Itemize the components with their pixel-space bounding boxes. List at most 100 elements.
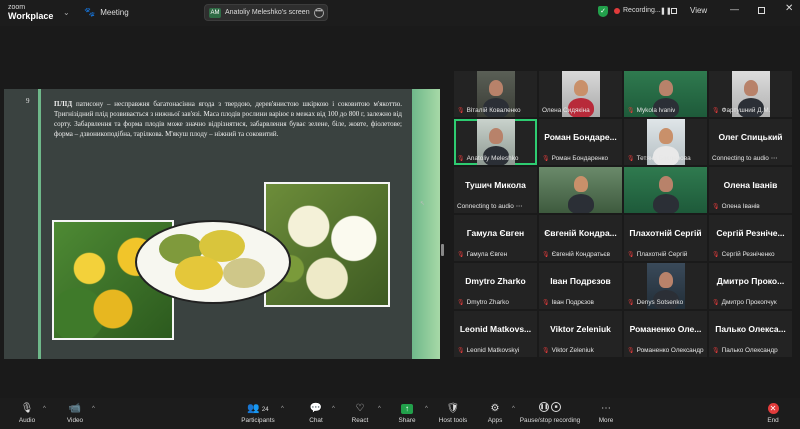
muted-mic-icon: 🎙: [457, 156, 465, 162]
participant-name: Дмитро Прокопчук: [721, 299, 777, 306]
slide-body: патисону – несправжня багатонасінна ягод…: [54, 100, 402, 138]
meeting-tab[interactable]: 🐾 Meeting: [84, 7, 129, 18]
participant-tile[interactable]: Олена Сидякіна: [539, 71, 622, 117]
participants-icon: 👥 24: [247, 403, 269, 414]
participant-tile[interactable]: 🎙 Mykola Ivaniv: [624, 71, 707, 117]
muted-mic-icon: 🎙: [542, 348, 550, 354]
muted-mic-icon: 🎙: [542, 252, 550, 258]
connecting-dots-icon: ⋯: [770, 155, 778, 162]
participant-tile[interactable]: Романенко Оле... 🎙 Романенко Олександр: [624, 311, 707, 357]
participant-name: Палько Олександр: [721, 347, 778, 354]
participant-tile[interactable]: Олег Спицький Connecting to audio ⋯: [709, 119, 792, 165]
participant-video: [539, 167, 622, 213]
recording-dot-icon: [614, 8, 620, 14]
participant-tile[interactable]: 🎙 Anatoliy Meleshko: [454, 119, 537, 165]
view-button[interactable]: View: [690, 6, 707, 15]
participant-name: Тетяна Бакланова: [636, 155, 691, 162]
more-options-icon[interactable]: •••: [314, 8, 324, 18]
muted-mic-icon: 🎙: [627, 252, 635, 258]
participant-name-label: 🎙 Гамула Євген: [457, 251, 507, 258]
participant-name-label: Олена Сидякіна: [542, 107, 590, 114]
participant-tile[interactable]: Іван Подрєзов 🎙 Іван Подрєзов: [539, 263, 622, 309]
participant-face: [488, 128, 503, 144]
end-icon: ✕: [767, 403, 779, 414]
participant-name: Dmytro Zharko: [466, 299, 509, 306]
participant-display-name: Leonid Matkovs...: [459, 324, 532, 334]
participant-name: Гамула Євген: [466, 251, 508, 258]
participant-name: Leonid Matkovskyi: [466, 347, 520, 354]
close-icon[interactable]: ✕: [785, 3, 793, 14]
participant-tile[interactable]: Роман Бондаре... 🎙 Роман Бондаренко: [539, 119, 622, 165]
participant-name: Плахотній Сергій: [636, 251, 688, 258]
shield-icon: 🛡: [446, 403, 460, 414]
participant-tile[interactable]: Дмитро Проко... 🎙 Дмитро Прокопчук: [709, 263, 792, 309]
participant-face: [658, 176, 673, 192]
participant-name: Олена Іванів: [721, 203, 760, 210]
muted-mic-icon: 🎙: [627, 300, 635, 306]
participant-tile[interactable]: Dmytro Zharko 🎙 Dmytro Zharko: [454, 263, 537, 309]
pause-recording-icon[interactable]: ❚❚: [660, 7, 672, 15]
participant-tile[interactable]: Viktor Zeleniuk 🎙 Viktor Zeleniuk: [539, 311, 622, 357]
meeting-toolbar: 🎙 Audio ^ 📹 Video ^ 👥 24 Participants ^ 💬…: [0, 398, 800, 429]
zoom-logo: zoom Workplace: [8, 4, 54, 21]
connecting-dots-icon: ⋯: [515, 203, 523, 210]
participant-display-name: Дмитро Проко...: [716, 276, 785, 286]
participant-display-name: Іван Подрєзов: [550, 276, 611, 286]
maximize-icon[interactable]: [758, 7, 765, 14]
participant-body: [652, 194, 679, 213]
participant-tile[interactable]: 🎙 Фартушний Д.М.: [709, 71, 792, 117]
react-options-caret[interactable]: ^: [378, 406, 381, 412]
participant-name-label: 🎙 Anatoliy Meleshko: [457, 155, 519, 162]
participant-tile[interactable]: Сергій Резніче... 🎙 Сергій Резніченко: [709, 215, 792, 261]
participant-tile[interactable]: Тушич Микола Connecting to audio ⋯: [454, 167, 537, 213]
security-shield-icon[interactable]: ✓: [598, 6, 608, 17]
participant-tile[interactable]: [624, 167, 707, 213]
participant-tile[interactable]: Гамула Євген 🎙 Гамула Євген: [454, 215, 537, 261]
participant-name: Mykola Ivaniv: [636, 107, 676, 114]
slide-term: ПЛІД: [54, 100, 73, 108]
participant-tile[interactable]: 🎙 Denys Sotsenko: [624, 263, 707, 309]
minimize-icon[interactable]: —: [730, 4, 739, 14]
chevron-down-icon[interactable]: ⌄: [63, 8, 70, 17]
participant-face: [658, 80, 673, 96]
participant-tile[interactable]: Палько Олекса... 🎙 Палько Олександр: [709, 311, 792, 357]
participant-body: [567, 194, 594, 213]
participant-face: [488, 80, 503, 96]
pause-stop-icon: ❚❚ ■: [539, 402, 561, 415]
participant-name: Connecting to audio: [457, 202, 514, 210]
video-options-caret[interactable]: ^: [92, 406, 95, 412]
audio-options-caret[interactable]: ^: [43, 406, 46, 412]
participant-name-label: 🎙 Фартушний Д.М.: [712, 107, 770, 114]
participant-name: Роман Бондаренко: [551, 155, 609, 162]
participant-tile[interactable]: Євгеній Кондра... 🎙 Євгеній Кондратьєв: [539, 215, 622, 261]
cursor-marker: ↖: [420, 201, 426, 207]
participant-tile[interactable]: [539, 167, 622, 213]
participant-display-name: Dmytro Zharko: [465, 276, 526, 286]
pause-stop-recording-button[interactable]: ❚❚ ■ Pause/stop recording: [515, 402, 585, 424]
participant-tile[interactable]: 🎙 Тетяна Бакланова: [624, 119, 707, 165]
participant-tile[interactable]: Плахотній Сергій 🎙 Плахотній Сергій: [624, 215, 707, 261]
participant-display-name: Олег Спицький: [718, 132, 783, 142]
stop-recording-icon[interactable]: [671, 8, 677, 14]
participants-options-caret[interactable]: ^: [281, 406, 284, 412]
participant-gallery: 🎙 Віталій Коваленко Олена Сидякіна 🎙 Mykola …: [454, 71, 794, 357]
shared-screen-pill[interactable]: AM Anatoliy Meleshko's screen •••: [204, 4, 328, 21]
more-button[interactable]: ⋯ More: [581, 402, 631, 424]
muted-mic-icon: 🎙: [542, 300, 550, 306]
participant-name: Сергій Резніченко: [721, 251, 775, 258]
participant-tile[interactable]: Олена Іванів 🎙 Олена Іванів: [709, 167, 792, 213]
participant-name-label: 🎙 Євгеній Кондратьєв: [542, 251, 610, 258]
participant-tile[interactable]: Leonid Matkovs... 🎙 Leonid Matkovskyi: [454, 311, 537, 357]
participant-name-label: 🎙 Тетяна Бакланова: [627, 155, 691, 162]
participants-button[interactable]: 👥 24 Participants: [233, 402, 283, 424]
muted-mic-icon: 🎙: [627, 348, 635, 354]
end-meeting-button[interactable]: ✕ End: [748, 402, 798, 424]
split-resize-handle[interactable]: [441, 244, 444, 256]
slide-text: ПЛІД патисону – несправжня багатонасінна…: [54, 99, 402, 139]
participant-name: Романенко Олександр: [636, 347, 704, 354]
participant-display-name: Сергій Резніче...: [716, 228, 785, 238]
more-icon: ⋯: [601, 403, 611, 414]
participant-face: [573, 80, 588, 96]
participant-tile[interactable]: 🎙 Віталій Коваленко: [454, 71, 537, 117]
participant-name-label: 🎙 Палько Олександр: [712, 347, 778, 354]
